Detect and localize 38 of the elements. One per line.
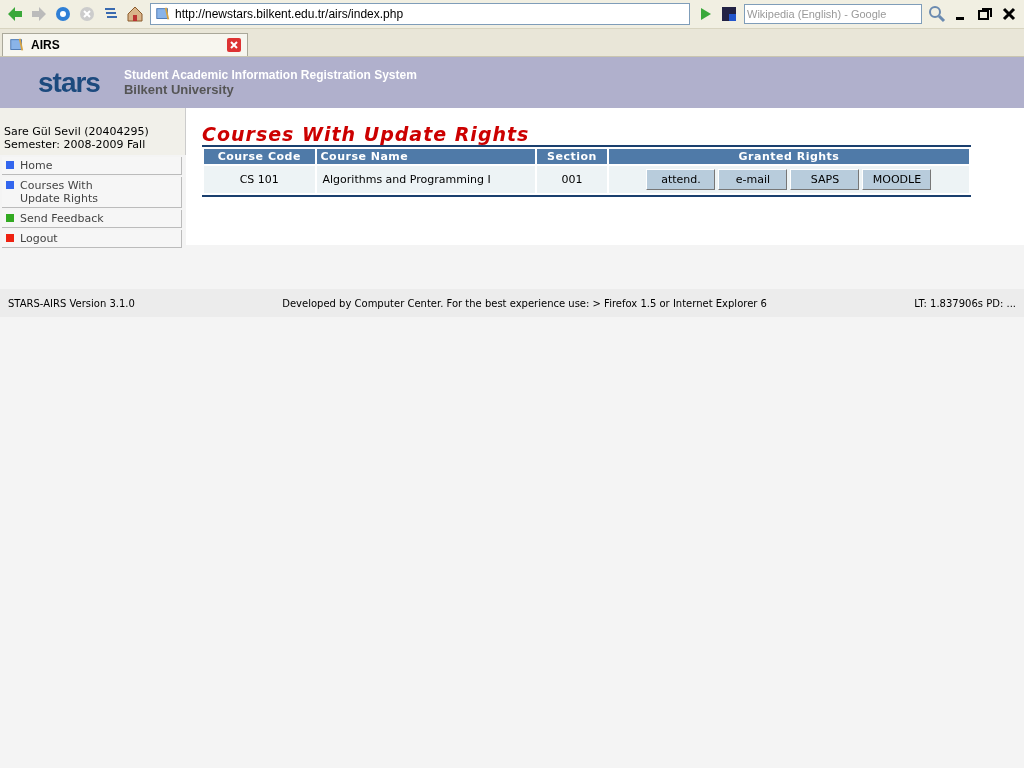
column-header: Section	[536, 149, 607, 164]
page-title: Courses With Update Rights	[202, 123, 531, 145]
close-icon[interactable]	[1000, 5, 1018, 23]
page-icon	[155, 6, 171, 22]
column-header: Granted Rights	[608, 149, 969, 164]
table-cell: Algorithms and Programming I	[316, 166, 535, 193]
home-icon[interactable]	[126, 5, 144, 23]
address-bar[interactable]: http://newstars.bilkent.edu.tr/airs/index.php	[150, 3, 690, 25]
column-header: Course Name	[316, 149, 535, 164]
search-icon[interactable]	[928, 5, 946, 23]
back-icon[interactable]	[6, 5, 24, 23]
table-cell: CS 101	[204, 166, 315, 193]
site-subtitle: Bilkent University	[123, 82, 235, 97]
sidebar-item[interactable]: Courses With Update Rights	[2, 177, 182, 208]
sidebar-item-label: Home	[20, 159, 53, 172]
rights-button[interactable]: MOODLE	[862, 169, 932, 190]
timing-text: LT: 1.837906s PD: ...	[914, 297, 1016, 309]
rights-button[interactable]: attend.	[646, 169, 716, 190]
logo: stars	[38, 66, 100, 99]
site-title: Student Academic Information Registration System	[123, 68, 417, 82]
sidebar-item-label: Courses With Update Rights	[20, 179, 99, 205]
column-header: Course Code	[204, 149, 315, 164]
table-cell: 001	[536, 166, 607, 193]
rights-button[interactable]: e-mail	[718, 169, 788, 190]
page-icon	[9, 37, 25, 53]
sidebar-item[interactable]: Logout	[2, 230, 182, 248]
rights-button[interactable]: SAPS	[790, 169, 860, 190]
sidebar-item[interactable]: Home	[2, 157, 182, 175]
semester-label: Semester: 2008-2009 Fall	[4, 138, 147, 151]
restore-icon[interactable]	[976, 5, 994, 23]
sidebar-item-label: Send Feedback	[20, 212, 104, 225]
browser-tab[interactable]: AIRS	[2, 33, 248, 56]
search-field[interactable]: Wikipedia (English) - Google	[744, 4, 922, 24]
version-text: STARS-AIRS Version 3.1.0	[8, 297, 135, 309]
sidebar-item[interactable]: Send Feedback	[2, 210, 182, 228]
user-name: Sare Gül Sevil (20404295)	[4, 125, 150, 138]
credits-text: Developed by Computer Center. For the best experience use: > Firefox 1.5 or Internet Explorer 6	[282, 297, 767, 309]
sidebar-item-label: Logout	[20, 232, 58, 245]
